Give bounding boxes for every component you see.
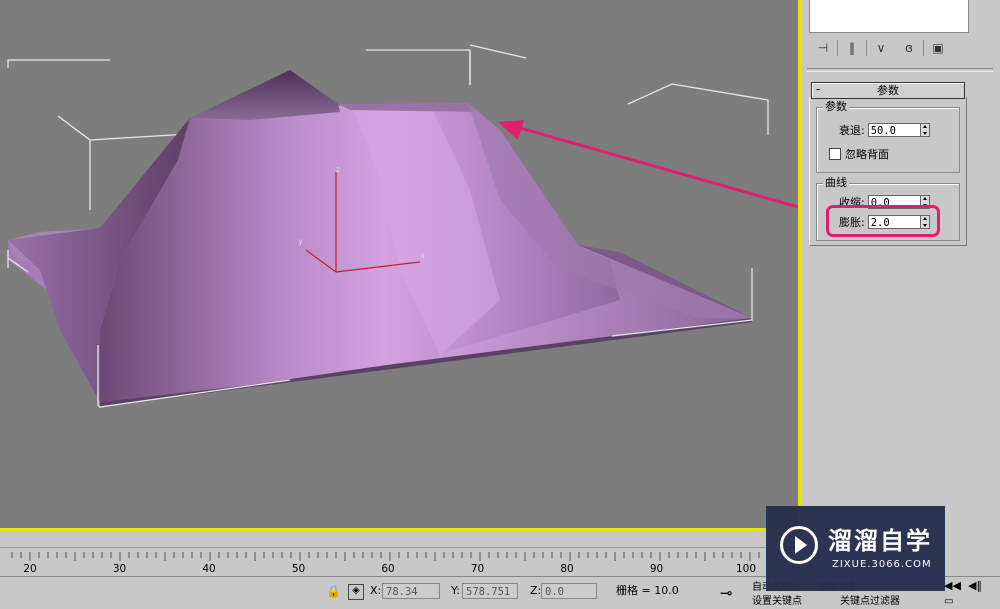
rollout-title: 参数 <box>877 84 899 97</box>
key-icon[interactable]: ⊸ <box>720 586 733 601</box>
watermark-logo: 溜溜自学 ZIXUE.3066.COM <box>766 506 945 591</box>
configure-modifier-sets-icon[interactable]: ▣ <box>924 38 952 58</box>
track-bar-ruler[interactable]: 20 30 40 50 60 70 80 90 100 <box>0 547 800 576</box>
params-group: 参数 衰退: 50.0 忽略背面 <box>816 100 960 173</box>
watermark-brand: 溜溜自学 <box>828 527 932 555</box>
falloff-spinner[interactable] <box>919 123 930 137</box>
params-group-label: 参数 <box>823 100 849 114</box>
play-triangle-icon <box>795 536 807 554</box>
curve-group-label: 曲线 <box>823 176 849 190</box>
ruler-tick-label: 30 <box>112 563 127 575</box>
ruler-tick-label: 70 <box>470 563 485 575</box>
ruler-tick-label: 80 <box>560 563 574 575</box>
ruler-tick-label: 90 <box>649 563 664 575</box>
ignore-backfacing-row: 忽略背面 <box>829 146 889 162</box>
lock-selection-icon[interactable]: 🔒 <box>326 584 341 598</box>
ruler-tick-label: 20 <box>23 563 37 575</box>
show-end-result-icon[interactable]: ‖ <box>838 38 866 58</box>
x-coord-label: X: <box>370 584 382 597</box>
ruler-tick-label: 60 <box>381 563 395 575</box>
make-unique-icon[interactable]: ∨ <box>867 38 895 58</box>
absolute-mode-icon[interactable]: ◈ <box>348 584 364 600</box>
ruler-tick-label: 50 <box>291 563 306 575</box>
ignore-backfacing-label: 忽略背面 <box>845 148 889 161</box>
go-to-start-icon[interactable]: ◀◀ <box>944 579 961 593</box>
pin-stack-icon[interactable]: ⊣ <box>809 38 837 58</box>
bubble-highlight-box <box>826 205 940 237</box>
z-coord-label: Z: <box>530 584 542 597</box>
mound-peak <box>190 70 340 120</box>
x-coord-field[interactable]: 78.34 <box>382 583 440 599</box>
ruler-ticks <box>11 552 796 561</box>
grid-size-label: 栅格 = 10.0 <box>616 584 679 597</box>
falloff-row: 衰退: 50.0 <box>839 122 930 138</box>
perspective-viewport[interactable]: z x y <box>0 0 800 530</box>
panel-divider <box>807 68 993 72</box>
axis-label-x: x <box>420 251 425 260</box>
prev-frame-icon[interactable]: ◀‖ <box>968 579 982 593</box>
y-coord-label: Y: <box>451 584 460 597</box>
axis-label-y: y <box>298 237 303 246</box>
z-coord-field[interactable]: 0.0 <box>541 583 597 599</box>
watermark-url: ZIXUE.3066.COM <box>832 559 932 570</box>
falloff-label: 衰退: <box>839 124 865 137</box>
command-panel: ⊣ ‖ ∨ ɞ ▣ - 参数 参数 衰退: 50.0 忽略背面 曲线 收缩: 0… <box>801 0 1000 547</box>
modifier-stack-list[interactable] <box>809 0 969 33</box>
remove-modifier-icon[interactable]: ɞ <box>895 38 923 58</box>
falloff-input[interactable]: 50.0 <box>867 123 920 137</box>
y-coord-field[interactable]: 578.751 <box>462 583 518 599</box>
ruler-tick-label: 40 <box>202 563 216 575</box>
ignore-backfacing-checkbox[interactable] <box>829 148 841 160</box>
modifier-stack-toolbar: ⊣ ‖ ∨ ɞ ▣ <box>809 38 989 58</box>
axis-label-z: z <box>336 165 340 174</box>
active-viewport-border-bottom <box>0 528 801 531</box>
ruler-tick-label: 100 <box>735 563 757 575</box>
scene-canvas: z x y <box>7 44 800 408</box>
